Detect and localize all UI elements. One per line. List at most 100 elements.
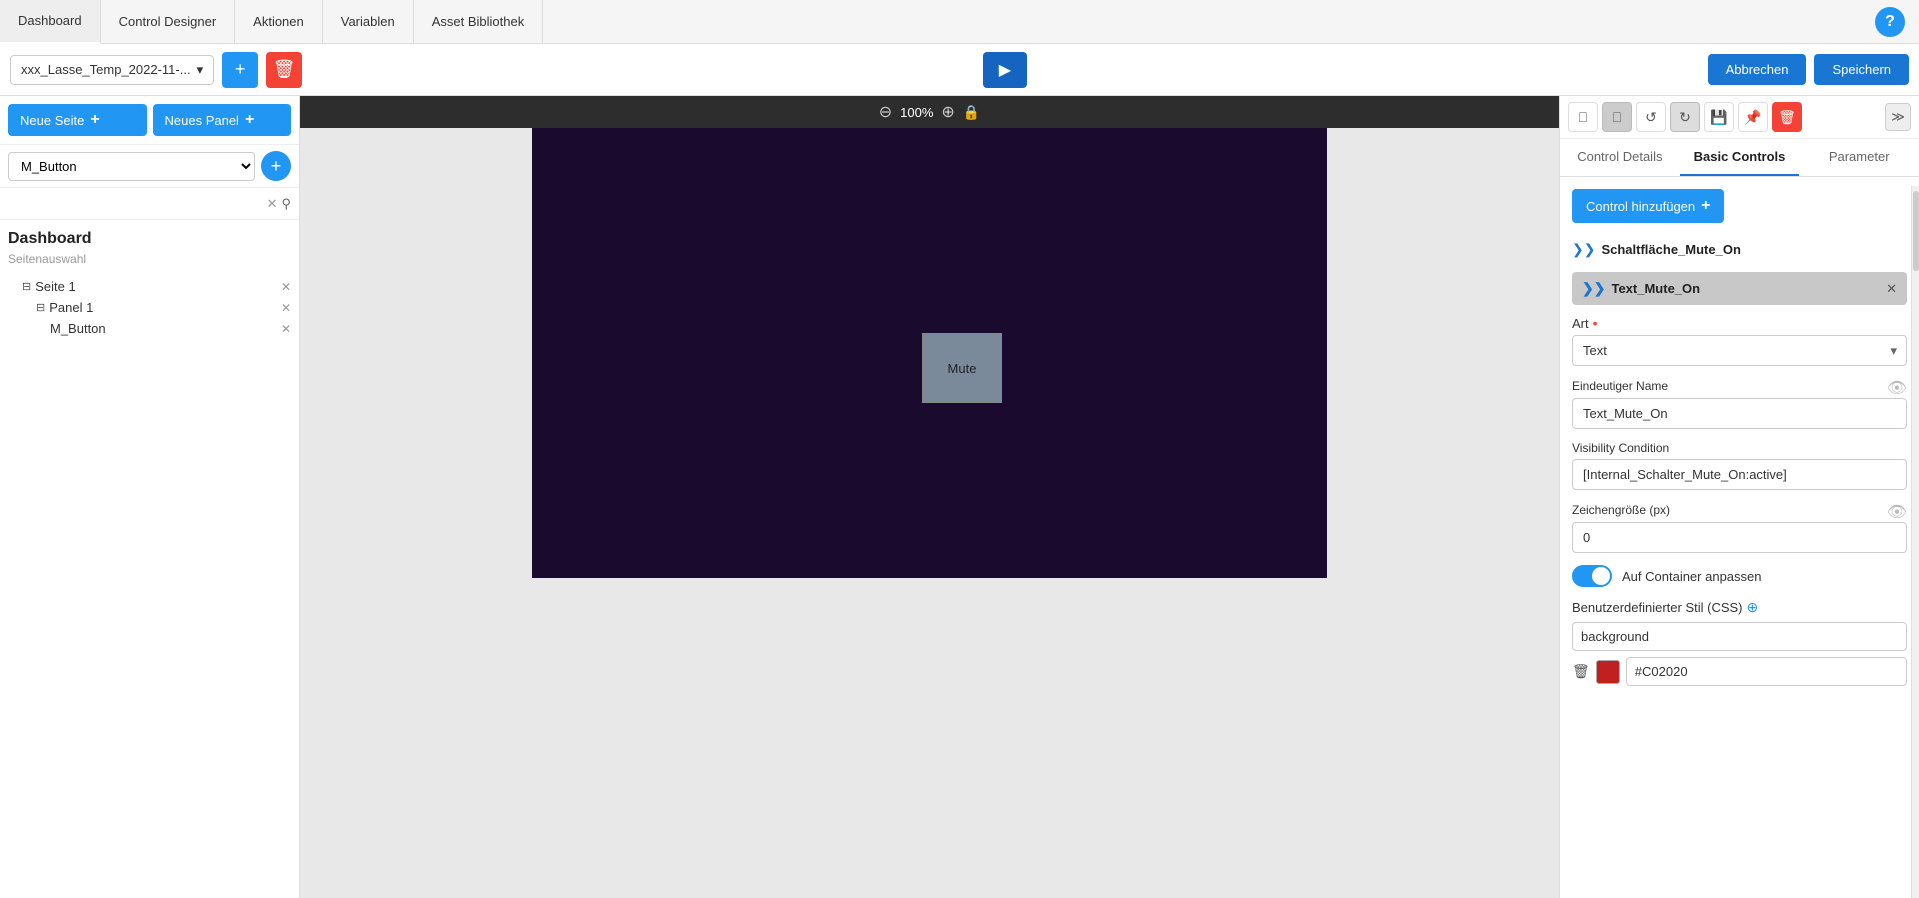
search-icon[interactable]: ⚲	[281, 196, 291, 212]
auf-container-label: Auf Container anpassen	[1622, 569, 1761, 584]
plus-css-icon[interactable]: ⊕	[1747, 599, 1759, 616]
eye-off-icon: 👁	[1887, 378, 1907, 398]
css-value-input[interactable]	[1626, 657, 1907, 686]
eindeutiger-name-field-group: Eindeutiger Name 👁	[1572, 378, 1907, 429]
remove-seite1-icon[interactable]: ✕	[281, 280, 291, 294]
art-label: Art •	[1572, 315, 1598, 331]
close-subsection-icon[interactable]: ✕	[1886, 281, 1897, 297]
zoom-out-button[interactable]: ⊖	[879, 102, 892, 122]
control-type-select[interactable]: M_Button	[8, 152, 255, 181]
right-content: Control hinzufügen + ❯❯ Schaltfläche_Mut…	[1560, 177, 1919, 898]
canvas-area: Mute	[300, 128, 1559, 898]
tab-aktionen[interactable]: Aktionen	[235, 0, 323, 44]
canvas-dark-bg: Mute	[532, 128, 1327, 578]
art-field-group: Art • Text	[1572, 315, 1907, 366]
css-key-input[interactable]	[1572, 622, 1907, 651]
remove-panel1-icon[interactable]: ✕	[281, 301, 291, 315]
chevron-down-icon: ▾	[197, 62, 204, 78]
help-button[interactable]: ?	[1875, 7, 1905, 37]
list-item[interactable]: ⊟ Seite 1 ✕	[8, 276, 291, 297]
toolbar: xxx_Lasse_Temp_2022-11-... ▾ + 🗑 ▶ Abbre…	[0, 44, 1919, 96]
tree-item-label: Seite 1	[35, 279, 277, 294]
subsection-text-mute-on: ❯❯ Text_Mute_On ✕	[1572, 272, 1907, 305]
right-panel: ⎕ ⎕ ↺ ↻ 💾 📌 🗑 ≫ Control Details Basic Co…	[1559, 96, 1919, 898]
art-select[interactable]: Text	[1572, 335, 1907, 366]
lock-button[interactable]: 🔒	[963, 104, 980, 121]
auf-container-toggle-row: Auf Container anpassen	[1572, 565, 1907, 587]
css-section-label: Benutzerdefinierter Stil (CSS) ⊕	[1572, 599, 1907, 616]
new-panel-label: Neues Panel	[165, 113, 239, 128]
css-section: Benutzerdefinierter Stil (CSS) ⊕ 🗑	[1572, 599, 1907, 686]
zoom-level: 100%	[900, 105, 933, 120]
add-control-type-button[interactable]: +	[261, 151, 291, 181]
delete-button-right[interactable]: 🗑	[1772, 102, 1802, 132]
new-page-button[interactable]: Neue Seite +	[8, 104, 147, 136]
mute-widget-label: Mute	[948, 361, 977, 376]
eindeutiger-name-input[interactable]	[1572, 398, 1907, 429]
subsection-label: Text_Mute_On	[1611, 281, 1700, 296]
project-dropdown[interactable]: xxx_Lasse_Temp_2022-11-... ▾	[10, 55, 214, 85]
delete-project-button[interactable]: 🗑	[266, 52, 302, 88]
scrollbar-thumb[interactable]	[1913, 191, 1919, 271]
list-item[interactable]: ⊟ Panel 1 ✕	[8, 297, 291, 318]
list-item[interactable]: M_Button ✕	[8, 318, 291, 339]
plus-icon: +	[245, 111, 254, 129]
tree-title: Dashboard	[8, 230, 291, 248]
css-value-row: 🗑	[1572, 657, 1907, 686]
expand-button[interactable]: ≫	[1885, 103, 1911, 131]
center-canvas: ⊖ 100% ⊕ 🔒 Mute	[300, 96, 1559, 898]
right-tabs: Control Details Basic Controls Parameter	[1560, 139, 1919, 177]
save-button[interactable]: Speichern	[1814, 54, 1909, 85]
close-icon[interactable]: ✕	[267, 196, 278, 212]
tab-basic-controls[interactable]: Basic Controls	[1680, 139, 1800, 176]
subsection-arrow-icon: ❯❯	[1582, 280, 1605, 297]
collapse-icon: ⊟	[22, 280, 31, 293]
eindeutiger-name-label: Eindeutiger Name	[1572, 379, 1668, 393]
mute-button-widget[interactable]: Mute	[922, 333, 1002, 403]
pin-button[interactable]: 📌	[1738, 102, 1768, 132]
add-control-button[interactable]: Control hinzufügen +	[1572, 189, 1724, 223]
subsection-title: ❯❯ Text_Mute_On	[1582, 280, 1700, 297]
visibility-input[interactable]	[1572, 459, 1907, 490]
undo-button[interactable]: ↺	[1636, 102, 1666, 132]
zeichengroesse-label: Zeichengröße (px)	[1572, 503, 1670, 517]
tree-item-label: M_Button	[50, 321, 277, 336]
new-page-label: Neue Seite	[20, 113, 84, 128]
art-select-wrapper: Text	[1572, 335, 1907, 366]
zeichengroesse-field-group: Zeichengröße (px) 👁	[1572, 502, 1907, 553]
css-key-row	[1572, 622, 1907, 651]
section-title: Schaltfläche_Mute_On	[1601, 242, 1740, 257]
right-toolbar: ⎕ ⎕ ↺ ↻ 💾 📌 🗑 ≫	[1560, 96, 1919, 139]
new-panel-button[interactable]: Neues Panel +	[153, 104, 292, 136]
section-arrow-icon: ❯❯	[1572, 241, 1595, 258]
remove-mbutton-icon[interactable]: ✕	[281, 322, 291, 336]
tab-variablen[interactable]: Variablen	[323, 0, 414, 44]
project-dropdown-label: xxx_Lasse_Temp_2022-11-...	[21, 62, 191, 77]
copy-button[interactable]: ⎕	[1568, 102, 1598, 132]
visibility-label: Visibility Condition	[1572, 441, 1907, 455]
zoom-in-button[interactable]: ⊕	[941, 102, 954, 122]
search-input[interactable]	[8, 192, 267, 215]
tab-parameter[interactable]: Parameter	[1799, 139, 1919, 176]
toggle-knob	[1592, 567, 1610, 585]
cancel-button[interactable]: Abbrechen	[1708, 54, 1807, 85]
save-btn-right[interactable]: 💾	[1704, 102, 1734, 132]
play-button[interactable]: ▶	[983, 52, 1027, 88]
trash-icon[interactable]: 🗑	[1572, 663, 1590, 680]
left-sidebar: Neue Seite + Neues Panel + M_Button + ✕ …	[0, 96, 300, 898]
top-nav: Dashboard Control Designer Aktionen Vari…	[0, 0, 1919, 44]
toggle-switch[interactable]	[1572, 565, 1612, 587]
tab-dashboard[interactable]: Dashboard	[0, 0, 101, 44]
required-indicator: •	[1593, 315, 1598, 331]
tab-control-details[interactable]: Control Details	[1560, 139, 1680, 176]
zeichengroesse-input[interactable]	[1572, 522, 1907, 553]
collapse-icon: ⊟	[36, 301, 45, 314]
add-control-label: Control hinzufügen	[1586, 199, 1695, 214]
tab-control-designer[interactable]: Control Designer	[101, 0, 236, 44]
paste-button[interactable]: ⎕	[1602, 102, 1632, 132]
redo-button[interactable]: ↻	[1670, 102, 1700, 132]
main-content: Neue Seite + Neues Panel + M_Button + ✕ …	[0, 96, 1919, 898]
add-project-button[interactable]: +	[222, 52, 258, 88]
tab-asset-bibliothek[interactable]: Asset Bibliothek	[414, 0, 544, 44]
color-swatch	[1596, 660, 1620, 684]
